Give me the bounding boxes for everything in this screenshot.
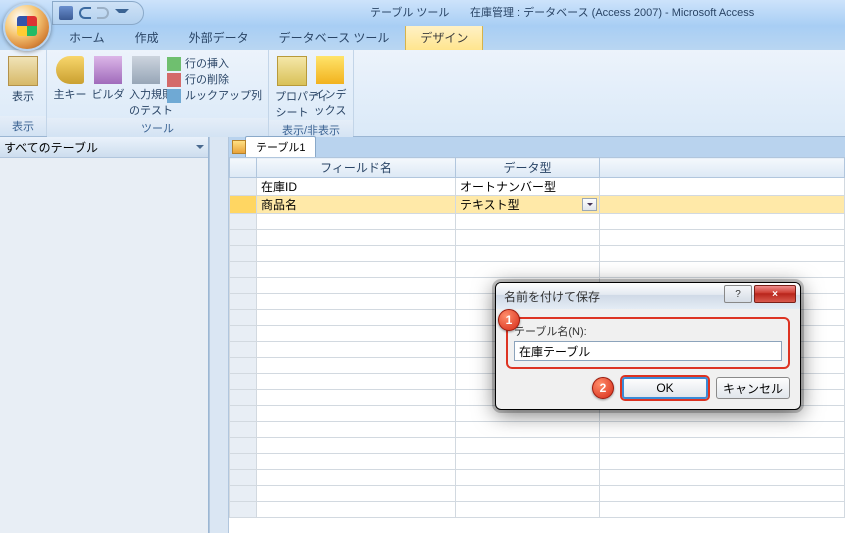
undo-icon[interactable]	[79, 7, 91, 19]
test-validation-button[interactable]: 入力規則 のテスト	[129, 52, 163, 118]
property-sheet-icon	[277, 56, 307, 86]
tab-design[interactable]: デザイン	[405, 24, 483, 50]
property-sheet-button[interactable]: プロパティ シート	[275, 52, 309, 120]
tab-external-data[interactable]: 外部データ	[175, 25, 263, 50]
titlebar: テーブル ツール 在庫管理 : データベース (Access 2007) - M…	[0, 0, 845, 26]
row-selector[interactable]	[230, 196, 257, 214]
office-button[interactable]	[3, 3, 51, 51]
qat-dropdown-icon[interactable]	[115, 9, 129, 17]
callout-badge-2: 2	[592, 377, 614, 399]
view-button[interactable]: 表示	[6, 52, 40, 104]
field-name-cell[interactable]: 在庫ID	[257, 178, 456, 196]
builder-button[interactable]: ビルダ	[91, 52, 125, 102]
ok-button[interactable]: OK	[622, 377, 708, 399]
data-type-cell[interactable]: オートナンバー型	[456, 178, 600, 196]
highlight-region-1: 1 テーブル名(N):	[506, 317, 790, 369]
insert-row-icon	[167, 57, 181, 71]
contextual-tab-title: テーブル ツール	[370, 4, 449, 20]
group-label-view: 表示	[0, 116, 46, 136]
cancel-button[interactable]: キャンセル	[716, 377, 790, 399]
navigation-pane: すべてのテーブル	[0, 137, 209, 533]
dialog-titlebar[interactable]: 名前を付けて保存 ? ×	[496, 283, 800, 309]
insert-rows-button[interactable]: 行の挿入	[167, 56, 262, 72]
tab-create[interactable]: 作成	[121, 25, 173, 50]
tab-database-tools[interactable]: データベース ツール	[265, 25, 404, 50]
table-name-label: テーブル名(N):	[514, 326, 587, 338]
tab-home[interactable]: ホーム	[55, 25, 119, 50]
nav-header-title: すべてのテーブル	[4, 139, 98, 156]
save-icon[interactable]	[59, 6, 73, 20]
window-title: 在庫管理 : データベース (Access 2007) - Microsoft …	[470, 4, 754, 20]
table-name-input[interactable]	[514, 341, 782, 361]
table-row[interactable]: 商品名 テキスト型	[230, 196, 845, 214]
lookup-column-button[interactable]: ルックアップ列	[167, 88, 262, 104]
nav-header[interactable]: すべてのテーブル	[0, 137, 208, 158]
save-as-dialog: 名前を付けて保存 ? × 1 テーブル名(N): 2 OK キャンセル	[495, 282, 801, 410]
row-selector[interactable]	[230, 178, 257, 196]
lookup-icon	[167, 89, 181, 103]
help-button[interactable]: ?	[724, 285, 752, 303]
quick-access-toolbar[interactable]	[52, 1, 144, 25]
ribbon: 表示 表示 主キー ビルダ 入力規則 のテスト 行の挿入 行の削除 ルックアップ…	[0, 50, 845, 137]
ribbon-tabs: ホーム 作成 外部データ データベース ツール デザイン	[0, 26, 845, 50]
close-button[interactable]: ×	[754, 285, 796, 303]
select-all-corner[interactable]	[230, 158, 257, 178]
field-name-cell[interactable]: 商品名	[257, 196, 456, 214]
group-label-tools: ツール	[47, 118, 268, 138]
object-tab-table1[interactable]: テーブル1	[245, 136, 316, 157]
table-row[interactable]: 在庫ID オートナンバー型	[230, 178, 845, 196]
builder-icon	[94, 56, 122, 84]
datasheet-view-icon	[8, 56, 38, 86]
validation-icon	[132, 56, 160, 84]
data-type-cell[interactable]: テキスト型	[456, 196, 600, 214]
col-field-name[interactable]: フィールド名	[257, 158, 456, 178]
indexes-button[interactable]: インデックス	[313, 52, 347, 118]
delete-row-icon	[167, 73, 181, 87]
chevron-down-icon[interactable]	[196, 145, 204, 153]
key-icon	[56, 56, 84, 84]
col-data-type[interactable]: データ型	[456, 158, 600, 178]
callout-badge-1: 1	[498, 309, 520, 331]
dialog-title: 名前を付けて保存	[504, 288, 600, 305]
redo-icon[interactable]	[97, 7, 109, 19]
nav-collapse-button[interactable]	[209, 137, 229, 533]
delete-rows-button[interactable]: 行の削除	[167, 72, 262, 88]
index-icon	[316, 56, 344, 84]
primary-key-button[interactable]: 主キー	[53, 52, 87, 102]
